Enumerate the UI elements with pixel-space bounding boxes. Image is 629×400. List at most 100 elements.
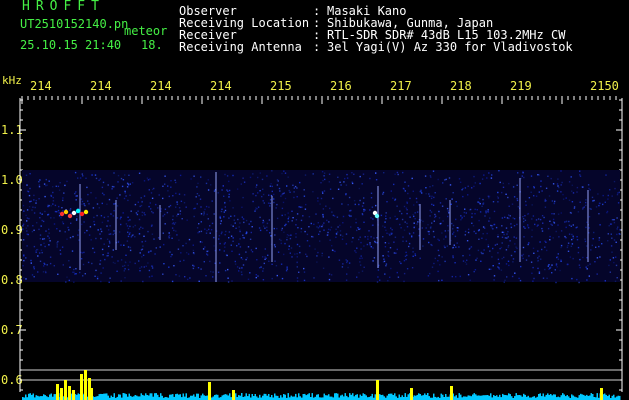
signal-bar [197,393,199,400]
signal-bar [476,395,478,400]
noise-pixel [513,225,516,227]
noise-pixel [521,175,523,177]
signal-bar [214,395,216,400]
noise-pixel [538,271,541,273]
noise-pixel [341,238,344,240]
signal-bar [25,394,27,400]
noise-pixel [318,233,320,235]
noise-pixel [143,266,145,268]
noise-pixel [144,240,147,242]
noise-pixel [355,218,357,220]
noise-pixel [281,207,284,210]
noise-pixel [348,214,350,216]
noise-pixel [364,209,366,211]
noise-pixel [505,249,508,251]
noise-pixel [50,205,52,207]
noise-pixel [143,195,146,197]
noise-pixel [228,189,231,192]
noise-pixel [572,235,574,237]
noise-pixel [316,261,318,263]
noise-pixel [266,222,269,225]
noise-pixel [399,261,401,263]
noise-pixel [315,213,317,215]
signal-bar [404,393,406,400]
noise-pixel [403,229,406,231]
noise-pixel [44,270,47,273]
noise-pixel [358,187,360,190]
noise-pixel [592,238,594,240]
noise-pixel [513,196,516,198]
noise-pixel [227,268,229,271]
noise-pixel [345,184,348,186]
noise-pixel [236,245,238,247]
signal-bar [136,395,138,400]
noise-pixel [211,200,213,202]
noise-pixel [262,267,265,270]
noise-pixel [151,210,153,213]
noise-pixel [312,191,314,193]
signal-bar [616,396,618,400]
noise-pixel [503,256,505,259]
noise-pixel [99,233,101,235]
noise-pixel [493,210,496,213]
noise-pixel [48,228,50,230]
noise-pixel [432,204,435,206]
noise-pixel [273,198,275,200]
noise-pixel [43,265,45,267]
noise-pixel [61,221,64,223]
noise-pixel [262,219,264,222]
noise-pixel [616,228,618,230]
noise-pixel [224,234,226,236]
noise-pixel [291,220,293,222]
noise-pixel [537,224,539,226]
noise-pixel [389,276,391,278]
noise-pixel [196,227,199,229]
noise-pixel [329,188,332,190]
noise-pixel [197,182,199,185]
noise-pixel [359,264,362,266]
noise-pixel [230,235,233,237]
noise-pixel [455,246,457,248]
noise-pixel [75,219,78,221]
noise-pixel [49,256,52,258]
noise-pixel [141,248,144,250]
noise-pixel [401,218,404,221]
noise-pixel [473,270,475,273]
noise-pixel [76,215,78,218]
noise-pixel [385,215,387,217]
noise-pixel [43,242,45,244]
noise-pixel [507,246,509,248]
noise-pixel [514,272,516,274]
noise-pixel [72,235,74,238]
noise-pixel [58,212,60,214]
noise-pixel [590,208,592,210]
noise-pixel [506,237,508,239]
noise-pixel [249,176,252,179]
noise-pixel [509,215,511,217]
noise-pixel [138,218,141,221]
noise-pixel [511,203,514,205]
noise-pixel [42,220,45,223]
noise-pixel [558,236,560,238]
noise-pixel [193,175,195,177]
noise-pixel [513,218,516,220]
noise-pixel [509,240,511,242]
noise-pixel [281,193,283,196]
noise-pixel [112,249,114,251]
noise-pixel [301,206,303,208]
noise-pixel [508,214,510,216]
noise-pixel [294,253,296,255]
noise-pixel [25,174,28,176]
noise-pixel [62,210,64,212]
noise-pixel [570,176,572,178]
noise-pixel [195,196,197,198]
noise-pixel [361,257,363,259]
noise-pixel [613,239,616,241]
signal-bar [316,394,318,400]
noise-pixel [582,256,584,259]
noise-pixel [66,238,68,240]
noise-pixel [207,189,210,191]
noise-pixel [38,181,40,183]
noise-pixel [284,197,287,200]
echo-blob [71,210,77,216]
